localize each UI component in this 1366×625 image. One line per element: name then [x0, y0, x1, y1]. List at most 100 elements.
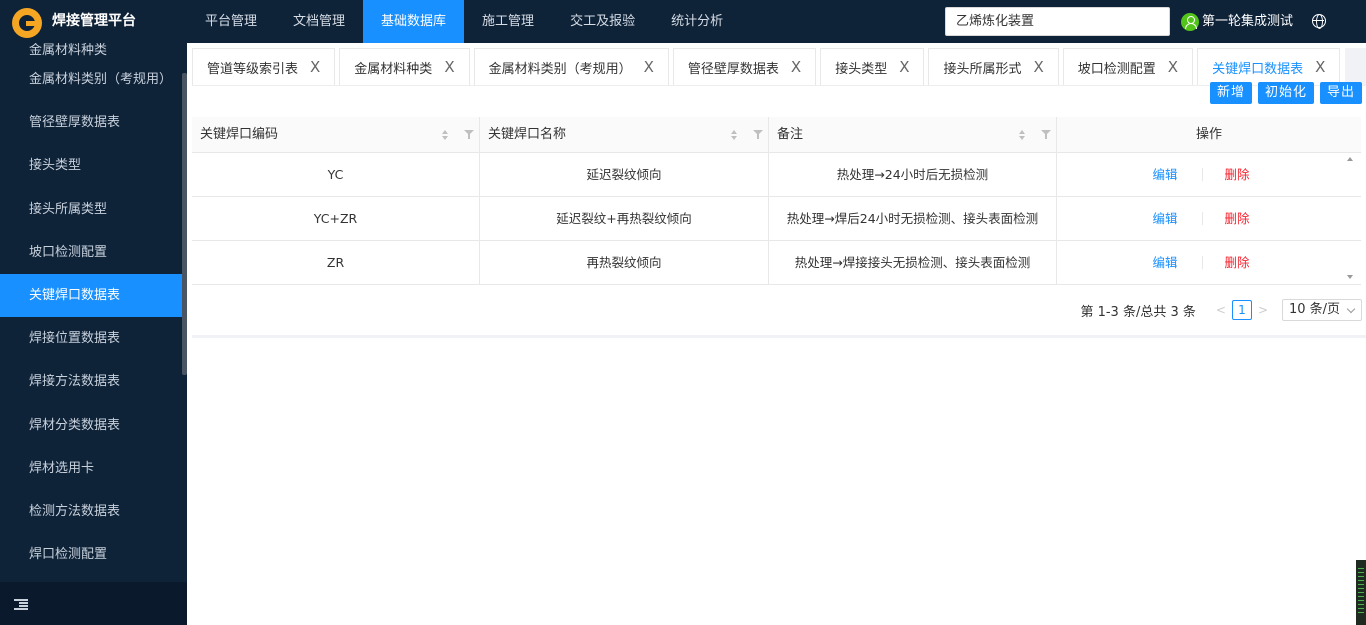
tab-label: 关键焊口数据表 [1212, 61, 1304, 77]
nav-item-construction[interactable]: 施工管理 [464, 0, 552, 43]
close-icon[interactable]: X [1034, 58, 1044, 76]
delete-link[interactable]: 删除 [1225, 153, 1250, 196]
nav-item-platform[interactable]: 平台管理 [187, 0, 275, 43]
page-size-select[interactable]: 10 条/页 [1282, 299, 1362, 321]
cell-note: 热处理→24小时后无损检测 [769, 153, 1057, 196]
nav-item-statistics[interactable]: 统计分析 [653, 0, 741, 43]
table-row: ZR 再热裂纹倾向 热处理→焊接接头无损检测、接头表面检测 编辑 删除 [192, 241, 1361, 285]
cell-code: ZR [192, 241, 480, 284]
filter-icon[interactable] [464, 130, 474, 140]
tab-pipe-wall-thickness[interactable]: 管径壁厚数据表 X [672, 48, 817, 85]
edit-link[interactable]: 编辑 [1152, 197, 1177, 240]
top-bar: 焊接管理平台 平台管理 文档管理 基础数据库 施工管理 交工及报验 统计分析 乙… [0, 0, 1366, 43]
chevron-right-icon[interactable]: > [1258, 303, 1268, 317]
sidebar-item-joint-type[interactable]: 接头类型 [0, 144, 182, 187]
edit-link[interactable]: 编辑 [1152, 153, 1177, 196]
close-icon[interactable]: X [1168, 58, 1178, 76]
table-row: YC 延迟裂纹倾向 热处理→24小时后无损检测 编辑 删除 [192, 153, 1361, 197]
main-content: 管道等级索引表 X 金属材料种类 X 金属材料类别（考规用） X 管径壁厚数据表 X 接… [187, 43, 1366, 625]
cell-name: 延迟裂纹倾向 [480, 153, 769, 196]
globe-icon[interactable] [1312, 14, 1326, 29]
sidebar-item-metal-material-category[interactable]: 金属材料类别（考规用） [0, 58, 182, 101]
sidebar-item-filler-card[interactable]: 焊材选用卡 [0, 447, 182, 490]
tab-joint-type[interactable]: 接头类型 X [820, 48, 925, 85]
nav-item-base-database[interactable]: 基础数据库 [363, 0, 465, 43]
app-title: 焊接管理平台 [52, 13, 136, 29]
action-divider [1201, 168, 1203, 181]
pagination-total: 第 1-3 条/总共 3 条 [1080, 304, 1196, 320]
close-icon[interactable]: X [1315, 58, 1325, 76]
tab-groove-inspection[interactable]: 坡口检测配置 X [1062, 48, 1194, 85]
sidebar-item-weld-inspection[interactable]: 焊口检测配置 [0, 533, 182, 576]
cell-note: 热处理→焊后24小时无损检测、接头表面检测 [769, 197, 1057, 240]
nav-item-handover[interactable]: 交工及报验 [552, 0, 653, 43]
cell-actions: 编辑 删除 [1057, 241, 1345, 284]
column-title: 备注 [777, 127, 804, 142]
chevron-left-icon[interactable]: < [1216, 303, 1226, 317]
sidebar: 金属材料种类 金属材料类别（考规用） 管径壁厚数据表 接头类型 接头所属类型 坡… [0, 43, 187, 625]
sidebar-item-weld-method[interactable]: 焊接方法数据表 [0, 360, 182, 403]
tabs-filler [1345, 48, 1366, 85]
table-scrollbar[interactable] [1344, 153, 1356, 285]
content-divider [192, 335, 1366, 338]
sidebar-item-key-weld[interactable]: 关键焊口数据表 [0, 273, 182, 318]
delete-link[interactable]: 删除 [1225, 197, 1250, 240]
tab-joint-form[interactable]: 接头所属形式 X [928, 48, 1059, 85]
close-icon[interactable]: X [444, 58, 454, 76]
sidebar-item-weld-position[interactable]: 焊接位置数据表 [0, 317, 182, 360]
sort-icon[interactable] [441, 130, 449, 140]
cell-actions: 编辑 删除 [1057, 197, 1345, 240]
scroll-up-icon[interactable] [1347, 157, 1353, 161]
column-header-name[interactable]: 关键焊口名称 [480, 117, 769, 152]
close-icon[interactable]: X [899, 58, 909, 76]
tab-label: 坡口检测配置 [1077, 61, 1156, 77]
page-number[interactable]: 1 [1231, 300, 1252, 320]
tab-pipe-grade-index[interactable]: 管道等级索引表 X [192, 48, 336, 85]
sidebar-item-groove-inspection[interactable]: 坡口检测配置 [0, 231, 182, 274]
user-icon [1181, 12, 1199, 31]
action-divider [1201, 256, 1203, 269]
column-title: 关键焊口编码 [200, 127, 279, 142]
pagination: 第 1-3 条/总共 3 条 < 1 > 10 条/页 [1080, 299, 1362, 321]
cell-code: YC [192, 153, 480, 196]
sidebar-item-metal-material-type[interactable]: 金属材料种类 [0, 43, 182, 58]
tab-metal-material-type[interactable]: 金属材料种类 X [339, 48, 470, 85]
user-menu[interactable]: 第一轮集成测试 [1181, 0, 1293, 43]
sidebar-item-filler-category[interactable]: 焊材分类数据表 [0, 404, 182, 447]
project-select[interactable]: 乙烯炼化装置 [945, 7, 1170, 36]
tab-metal-material-category[interactable]: 金属材料类别（考规用） X [473, 48, 669, 85]
close-icon[interactable]: X [310, 58, 320, 76]
collapse-menu-icon[interactable] [14, 599, 28, 610]
add-button[interactable]: 新增 [1209, 82, 1252, 104]
export-button[interactable]: 导出 [1319, 82, 1362, 104]
column-header-note[interactable]: 备注 [769, 117, 1057, 152]
scroll-down-icon[interactable] [1347, 275, 1353, 279]
sort-icon[interactable] [730, 130, 738, 140]
delete-link[interactable]: 删除 [1225, 241, 1250, 284]
tab-label: 金属材料类别（考规用） [488, 61, 632, 77]
tab-key-weld[interactable]: 关键焊口数据表 X [1197, 48, 1341, 85]
action-divider [1201, 212, 1203, 225]
column-title: 关键焊口名称 [488, 127, 567, 142]
close-icon[interactable]: X [644, 58, 654, 76]
cell-code: YC+ZR [192, 197, 480, 240]
user-name: 第一轮集成测试 [1202, 14, 1294, 29]
sidebar-item-inspection-method[interactable]: 检测方法数据表 [0, 490, 182, 533]
sidebar-footer [0, 582, 187, 625]
filter-icon[interactable] [753, 130, 763, 140]
init-button[interactable]: 初始化 [1257, 82, 1314, 104]
sidebar-item-joint-category[interactable]: 接头所属类型 [0, 188, 182, 231]
filter-icon[interactable] [1041, 130, 1051, 140]
tab-label: 管径壁厚数据表 [687, 61, 779, 77]
nav-item-documents[interactable]: 文档管理 [275, 0, 363, 43]
page-tabs: 管道等级索引表 X 金属材料种类 X 金属材料类别（考规用） X 管径壁厚数据表 X 接… [192, 48, 1344, 85]
edit-link[interactable]: 编辑 [1152, 241, 1177, 284]
sidebar-item-pipe-wall-thickness[interactable]: 管径壁厚数据表 [0, 101, 182, 144]
table-header: 关键焊口编码 关键焊口名称 备注 操作 [192, 117, 1361, 153]
key-weld-table: 关键焊口编码 关键焊口名称 备注 操作 YC 延迟裂纹倾向 热处理→24小时后无… [192, 117, 1361, 285]
toolbar: 新增 初始化 导出 [1204, 82, 1362, 104]
close-icon[interactable]: X [791, 58, 801, 76]
column-header-code[interactable]: 关键焊口编码 [192, 117, 480, 152]
sort-icon[interactable] [1018, 130, 1026, 140]
tab-label: 接头所属形式 [943, 61, 1022, 77]
